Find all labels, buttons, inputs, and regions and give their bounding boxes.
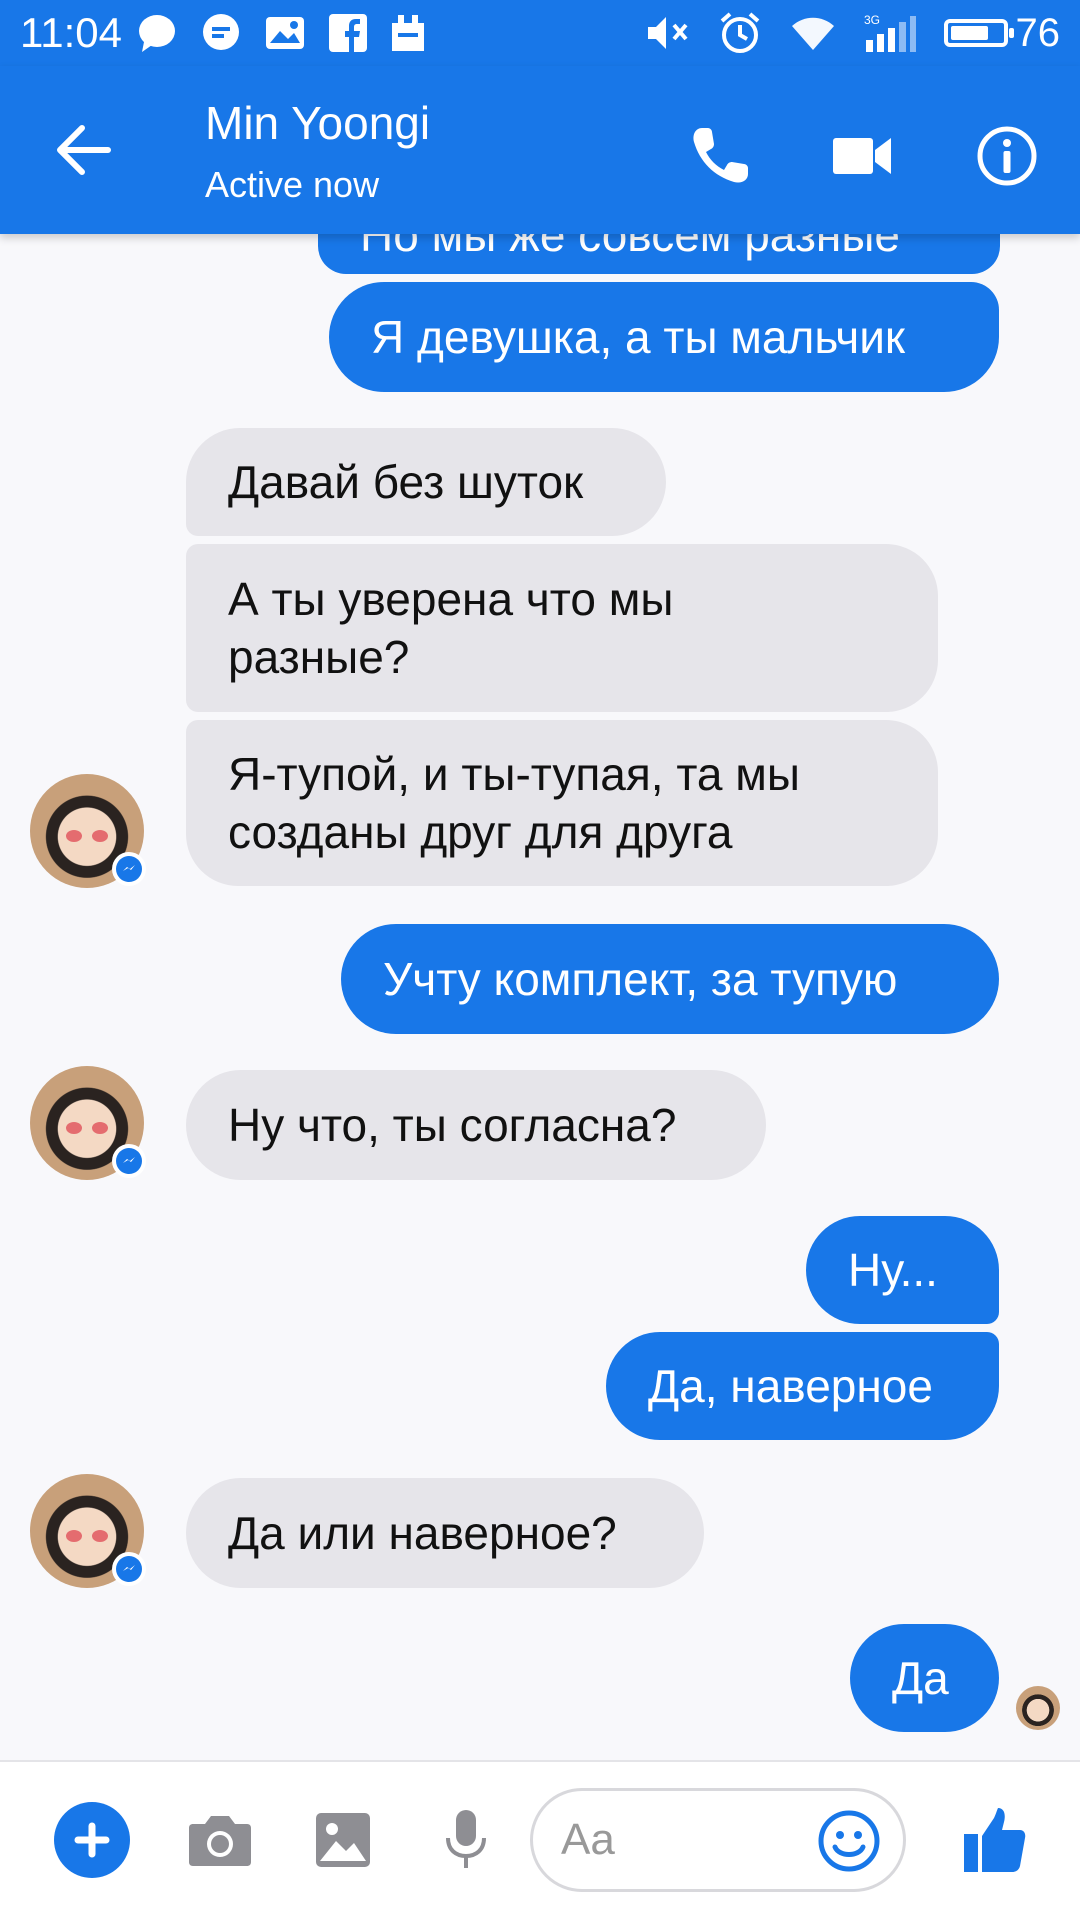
chat-notification-icon xyxy=(200,12,242,54)
messenger-notification-icon xyxy=(136,12,178,54)
contact-avatar[interactable] xyxy=(30,774,146,888)
voice-message-button[interactable] xyxy=(426,1800,506,1880)
message-input[interactable] xyxy=(559,1814,803,1866)
cellular-signal-icon: 3G xyxy=(864,12,916,54)
contact-status: Active now xyxy=(205,164,380,205)
voice-call-button[interactable] xyxy=(680,116,760,196)
contact-avatar[interactable] xyxy=(30,1066,146,1180)
messenger-badge-icon xyxy=(112,1144,146,1178)
battery-percent: 76 xyxy=(1015,10,1061,55)
chat-header: Min Yoongi Active now xyxy=(0,66,1080,234)
phone-icon xyxy=(693,128,748,183)
like-button[interactable] xyxy=(955,1800,1035,1880)
status-bar-right: 3G 76 xyxy=(646,0,1061,66)
store-notification-icon xyxy=(390,13,426,53)
svg-text:3G: 3G xyxy=(864,13,880,27)
seen-receipt-avatar xyxy=(1016,1686,1060,1730)
emoji-button[interactable] xyxy=(809,1801,889,1881)
wifi-icon xyxy=(790,14,836,52)
message-bubble-incoming[interactable]: Давай без шуток xyxy=(186,428,666,536)
facebook-notification-icon xyxy=(328,13,368,53)
camera-icon xyxy=(189,1816,251,1866)
more-actions-button[interactable] xyxy=(52,1800,132,1880)
alarm-icon xyxy=(718,11,762,55)
arrow-left-icon xyxy=(57,125,111,175)
camera-button[interactable] xyxy=(180,1800,260,1880)
gallery-button[interactable] xyxy=(303,1800,383,1880)
message-composer xyxy=(0,1760,1080,1920)
thumbs-up-icon xyxy=(964,1808,1026,1872)
microphone-icon xyxy=(446,1810,486,1868)
messenger-badge-icon xyxy=(112,852,146,886)
smiley-icon xyxy=(818,1810,880,1872)
status-time: 11:04 xyxy=(20,9,122,56)
message-input-container[interactable] xyxy=(530,1788,906,1892)
status-bar: 11:04 3G 76 xyxy=(0,0,1080,66)
message-bubble-outgoing[interactable]: Учту комплект, за тупую xyxy=(341,924,999,1034)
contact-avatar[interactable] xyxy=(30,1474,146,1588)
message-bubble-incoming[interactable]: Да или наверное? xyxy=(186,1478,704,1588)
mute-icon xyxy=(646,13,690,53)
messenger-chat-screen: Но мы же совсем разные Я девушка, а ты м… xyxy=(0,0,1080,1920)
message-bubble-outgoing[interactable]: Да xyxy=(850,1624,999,1732)
news-notification-icon xyxy=(264,13,306,53)
messenger-badge-icon xyxy=(112,1552,146,1586)
message-bubble-incoming[interactable]: Я-тупой, и ты-тупая, та мы созданы друг … xyxy=(186,720,938,886)
message-bubble-incoming[interactable]: А ты уверена что мы разные? xyxy=(186,544,938,712)
contact-name[interactable]: Min Yoongi xyxy=(205,96,430,150)
video-call-button[interactable] xyxy=(823,116,903,196)
video-camera-icon xyxy=(833,138,891,174)
message-bubble-outgoing[interactable]: Я девушка, а ты мальчик xyxy=(329,282,999,392)
battery-icon xyxy=(943,19,1014,47)
message-bubble-incoming[interactable]: Ну что, ты согласна? xyxy=(186,1070,766,1180)
message-bubble-outgoing[interactable]: Да, наверное xyxy=(606,1332,999,1440)
info-button[interactable] xyxy=(967,116,1047,196)
info-icon xyxy=(977,126,1037,186)
message-list[interactable]: Но мы же совсем разные Я девушка, а ты м… xyxy=(0,0,1080,1760)
back-button[interactable] xyxy=(48,120,120,180)
message-bubble-outgoing[interactable]: Ну... xyxy=(806,1216,999,1324)
plus-icon xyxy=(74,1822,110,1858)
image-icon xyxy=(316,1813,370,1867)
